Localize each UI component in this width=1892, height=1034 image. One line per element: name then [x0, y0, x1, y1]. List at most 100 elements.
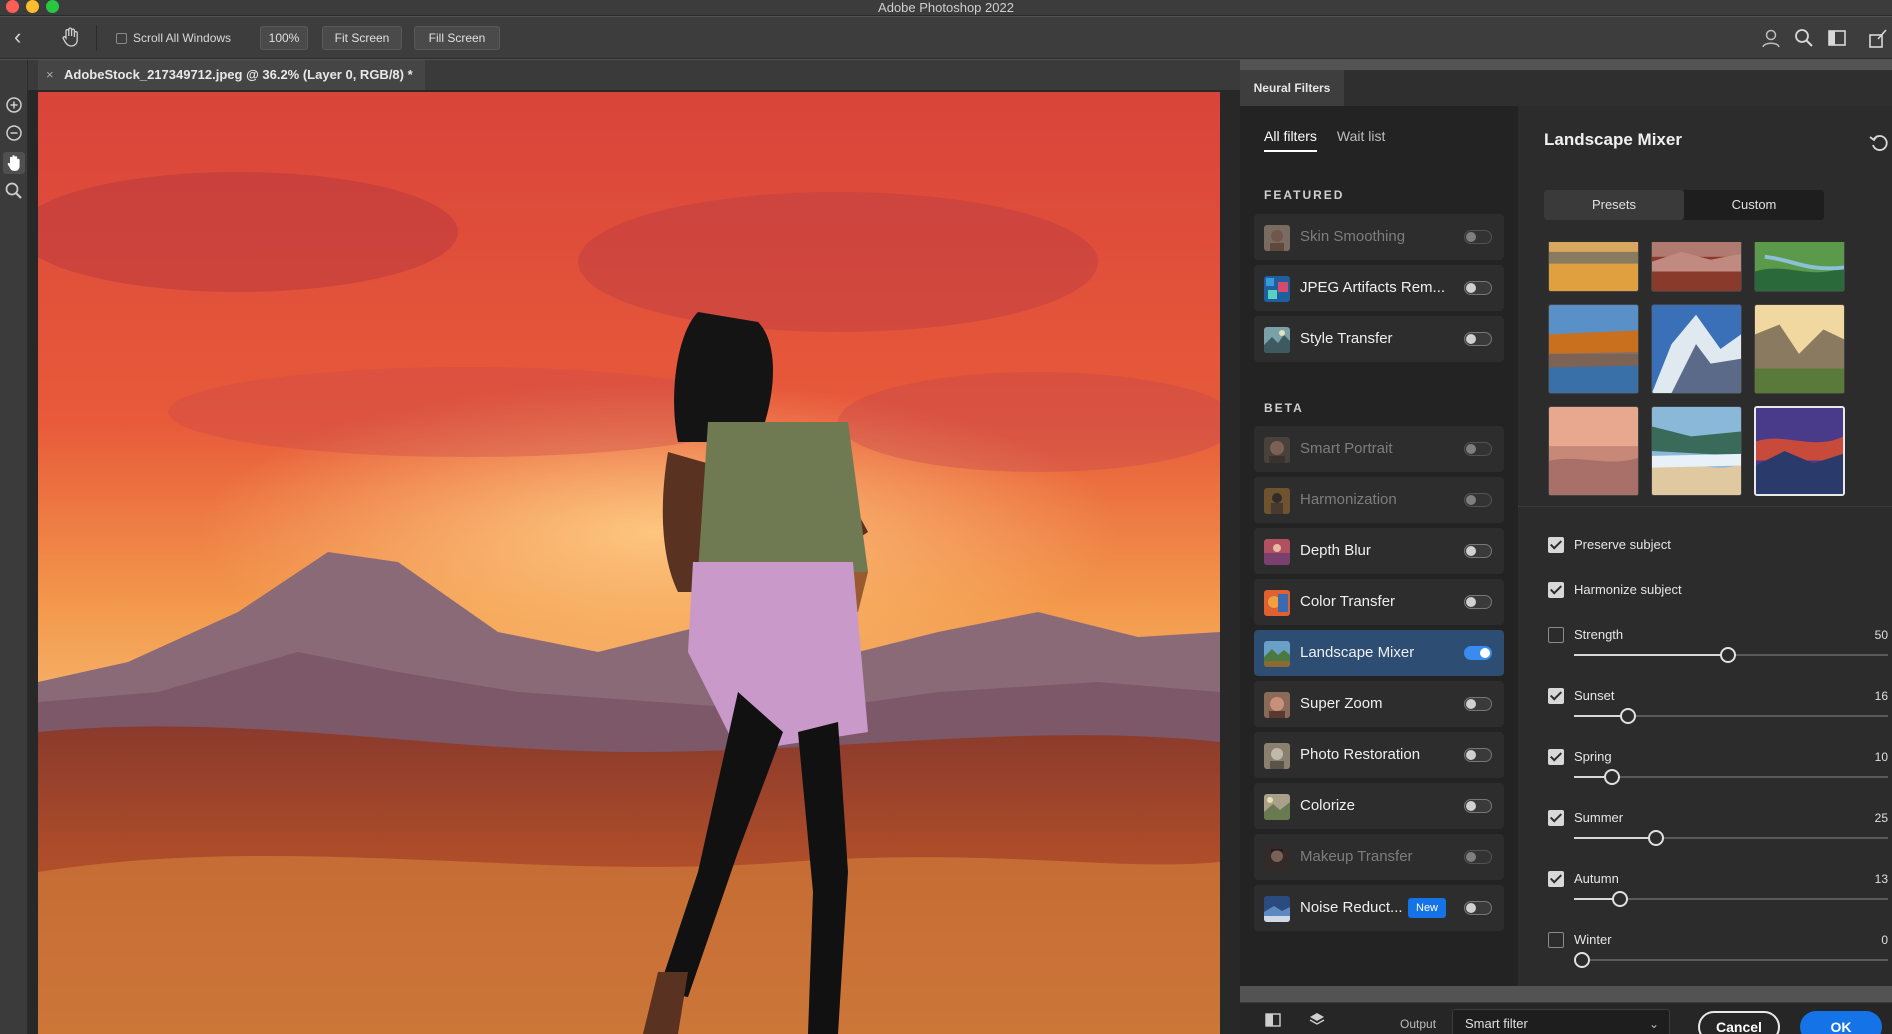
filter-toggle[interactable] — [1464, 281, 1492, 295]
preset-thumbnail-autumn-lake[interactable] — [1548, 304, 1639, 394]
winter-label: Winter — [1574, 932, 1612, 947]
filter-toggle[interactable] — [1464, 230, 1492, 244]
hand-tool-icon[interactable] — [3, 152, 25, 174]
preset-thumbnail-desert[interactable] — [1548, 242, 1639, 292]
fit-screen-button[interactable]: Fit Screen — [322, 26, 402, 50]
winter-slider[interactable] — [1574, 952, 1888, 968]
slider-handle[interactable] — [1620, 708, 1636, 724]
filter-row-depth-blur[interactable]: Depth Blur — [1254, 528, 1504, 574]
fill-screen-button[interactable]: Fill Screen — [414, 26, 500, 50]
share-icon[interactable] — [1866, 27, 1888, 49]
harmonize-subject-option[interactable]: Harmonize subject — [1548, 580, 1888, 600]
filter-toggle[interactable] — [1464, 332, 1492, 346]
preset-thumbnail-misty-sunset[interactable] — [1548, 406, 1639, 496]
tab-all-filters[interactable]: All filters — [1264, 128, 1317, 152]
filter-row-style-transfer[interactable]: Style Transfer — [1254, 316, 1504, 362]
slider-handle[interactable] — [1720, 647, 1736, 663]
harmonize-subject-checkbox[interactable] — [1548, 582, 1564, 598]
preset-thumbnail-yosemite[interactable] — [1754, 304, 1845, 394]
filter-toggle[interactable] — [1464, 748, 1492, 762]
colorize-thumbnail-icon — [1264, 794, 1290, 820]
filter-row-harmonization[interactable]: Harmonization — [1254, 477, 1504, 523]
back-icon[interactable]: ‹ — [14, 26, 21, 48]
ok-button[interactable]: OK — [1800, 1011, 1882, 1034]
presets-custom-switch: Presets Custom — [1544, 190, 1824, 220]
document-image[interactable] — [38, 92, 1220, 1034]
summer-slider[interactable] — [1574, 830, 1888, 846]
title-bar: Adobe Photoshop 2022 — [0, 0, 1892, 16]
scroll-all-windows-checkbox[interactable]: Scroll All Windows — [116, 31, 231, 45]
filter-row-noise-reduction[interactable]: Noise Reduct... New — [1254, 885, 1504, 931]
filter-toggle[interactable] — [1464, 850, 1492, 864]
presets-tab[interactable]: Presets — [1544, 190, 1684, 220]
filter-label: Makeup Transfer — [1300, 848, 1413, 865]
zoom-out-icon[interactable] — [3, 122, 25, 144]
filter-row-landscape-mixer[interactable]: Landscape Mixer — [1254, 630, 1504, 676]
cancel-button[interactable]: Cancel — [1698, 1011, 1780, 1034]
preserve-subject-checkbox[interactable] — [1548, 537, 1564, 553]
slider-handle[interactable] — [1612, 891, 1628, 907]
filter-toggle[interactable] — [1464, 442, 1492, 456]
autumn-slider[interactable] — [1574, 891, 1888, 907]
zoom-100-button[interactable]: 100% — [260, 26, 308, 50]
document-tab[interactable]: × AdobeStock_217349712.jpeg @ 36.2% (Lay… — [38, 60, 425, 90]
sunset-checkbox[interactable] — [1548, 688, 1564, 704]
filter-row-smart-portrait[interactable]: Smart Portrait — [1254, 426, 1504, 472]
preset-thumbnail-purple-dusk[interactable] — [1754, 406, 1845, 496]
filter-toggle[interactable] — [1464, 646, 1492, 660]
filter-row-skin-smoothing[interactable]: Skin Smoothing — [1254, 214, 1504, 260]
style-transfer-thumbnail-icon — [1264, 327, 1290, 353]
slider-handle[interactable] — [1604, 769, 1620, 785]
filter-label: Photo Restoration — [1300, 746, 1421, 763]
filter-toggle[interactable] — [1464, 595, 1492, 609]
sunset-slider[interactable] — [1574, 708, 1888, 724]
workspace-icon[interactable] — [1826, 27, 1848, 49]
custom-tab[interactable]: Custom — [1684, 190, 1824, 220]
reset-icon[interactable] — [1868, 130, 1892, 154]
filter-toggle[interactable] — [1464, 901, 1492, 915]
preserve-subject-option[interactable]: Preserve subject — [1548, 535, 1888, 555]
slider-handle[interactable] — [1648, 830, 1664, 846]
preset-thumbnail-snow-peak[interactable] — [1651, 304, 1742, 394]
preset-thumbnail-beach[interactable] — [1651, 406, 1742, 496]
filter-toggle[interactable] — [1464, 697, 1492, 711]
zoom-tool-icon[interactable] — [3, 180, 25, 202]
slider-handle[interactable] — [1574, 952, 1590, 968]
filter-row-super-zoom[interactable]: Super Zoom — [1254, 681, 1504, 727]
before-after-icon[interactable] — [1264, 1011, 1282, 1029]
filter-label: Smart Portrait — [1300, 440, 1393, 457]
filter-toggle[interactable] — [1464, 493, 1492, 507]
filter-toggle[interactable] — [1464, 799, 1492, 813]
filter-label: JPEG Artifacts Rem... — [1300, 279, 1446, 296]
hand-tool-icon[interactable] — [60, 26, 80, 48]
filter-label: Harmonization — [1300, 491, 1397, 508]
zoom-in-icon[interactable] — [3, 94, 25, 116]
search-icon[interactable] — [1793, 27, 1815, 49]
spring-slider[interactable] — [1574, 769, 1888, 785]
filter-row-colorize[interactable]: Colorize — [1254, 783, 1504, 829]
preset-thumbnail-river-valley[interactable] — [1754, 242, 1845, 292]
strength-slider[interactable] — [1574, 647, 1888, 663]
neural-filters-tab[interactable]: Neural Filters — [1240, 70, 1344, 106]
sunset-option: Sunset 16 — [1548, 686, 1888, 706]
canvas-area[interactable] — [28, 90, 1258, 1034]
filter-row-makeup-transfer[interactable]: Makeup Transfer — [1254, 834, 1504, 880]
tab-wait-list[interactable]: Wait list — [1337, 128, 1385, 152]
filter-toggle[interactable] — [1464, 544, 1492, 558]
preset-thumbnail-canyon[interactable] — [1651, 242, 1742, 292]
filter-row-color-transfer[interactable]: Color Transfer — [1254, 579, 1504, 625]
winter-checkbox[interactable] — [1548, 932, 1564, 948]
spring-checkbox[interactable] — [1548, 749, 1564, 765]
summer-checkbox[interactable] — [1548, 810, 1564, 826]
filter-row-jpeg-artifacts[interactable]: JPEG Artifacts Rem... — [1254, 265, 1504, 311]
strength-checkbox[interactable] — [1548, 627, 1564, 643]
depth-blur-thumbnail-icon — [1264, 539, 1290, 565]
photo-restoration-thumbnail-icon — [1264, 743, 1290, 769]
filter-row-photo-restoration[interactable]: Photo Restoration — [1254, 732, 1504, 778]
user-icon[interactable] — [1760, 27, 1782, 49]
layers-icon[interactable] — [1308, 1011, 1326, 1029]
output-select[interactable]: Smart filter ⌄ — [1452, 1009, 1670, 1034]
close-tab-icon[interactable]: × — [46, 60, 54, 90]
strength-label: Strength — [1574, 627, 1624, 642]
autumn-checkbox[interactable] — [1548, 871, 1564, 887]
